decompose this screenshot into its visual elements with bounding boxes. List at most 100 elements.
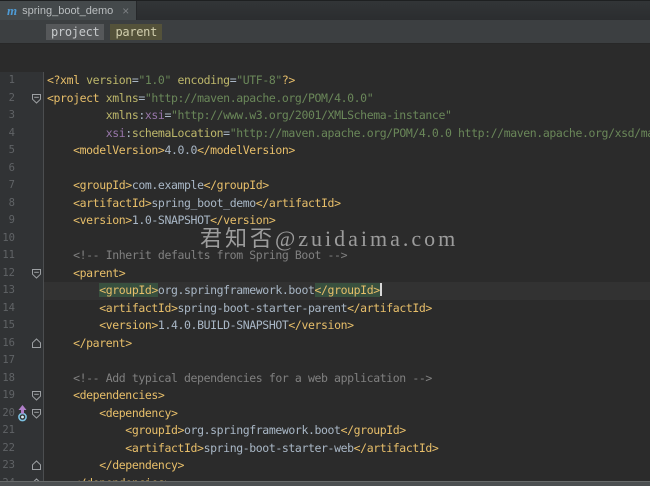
- gutter[interactable]: 12: [0, 264, 44, 282]
- code-line[interactable]: 22 <artifactId>spring-boot-starter-web</…: [0, 439, 650, 458]
- code-text[interactable]: <version>1.0-SNAPSHOT</version>: [44, 212, 650, 230]
- code-text[interactable]: <project xmlns="http://maven.apache.org/…: [44, 90, 650, 108]
- code-token: </artifactId>: [353, 440, 439, 455]
- gutter[interactable]: 18: [0, 369, 44, 387]
- gutter[interactable]: 4: [0, 124, 44, 142]
- gutter[interactable]: 6: [0, 159, 44, 177]
- fold-start-icon[interactable]: [30, 268, 42, 279]
- gutter[interactable]: 20: [0, 404, 44, 422]
- fold-start-icon[interactable]: [30, 390, 42, 401]
- gutter[interactable]: 3: [0, 107, 44, 125]
- gutter[interactable]: 19: [0, 387, 44, 405]
- code-line[interactable]: 9 <version>1.0-SNAPSHOT</version>: [0, 212, 650, 230]
- code-token: "http://maven.apache.org/POM/4.0.0": [144, 90, 374, 105]
- gutter[interactable]: 21: [0, 422, 44, 440]
- code-line[interactable]: 1 <?xml version="1.0" encoding="UTF-8"?>: [0, 72, 650, 90]
- code-token: ?>: [281, 73, 295, 87]
- code-text[interactable]: <dependencies>: [44, 387, 650, 405]
- code-text[interactable]: <!-- Inherit defaults from Spring Boot -…: [44, 247, 650, 265]
- fold-end-icon[interactable]: [30, 478, 42, 481]
- code-line[interactable]: 18 <!-- Add typical dependencies for a w…: [0, 369, 650, 388]
- line-number: 22: [2, 441, 15, 454]
- code-token: <!-- Add typical dependencies for a web …: [73, 370, 432, 385]
- code-text[interactable]: </dependency>: [44, 457, 650, 475]
- gutter[interactable]: 22: [0, 439, 44, 457]
- fold-start-icon[interactable]: [30, 93, 42, 104]
- code-line[interactable]: 4 xsi:schemaLocation="http://maven.apach…: [0, 124, 650, 143]
- code-text[interactable]: [44, 230, 650, 248]
- breadcrumb-item-parent[interactable]: parent: [110, 23, 163, 40]
- code-line[interactable]: 10: [0, 229, 650, 248]
- gutter[interactable]: 9: [0, 212, 44, 230]
- code-line[interactable]: 20 <dependency>: [0, 404, 650, 423]
- code-line[interactable]: 13 <groupId>org.springframework.boot</gr…: [0, 282, 650, 300]
- fold-end-icon[interactable]: [30, 460, 42, 471]
- gutter[interactable]: 11: [0, 247, 44, 265]
- code-text[interactable]: [44, 352, 650, 370]
- code-text[interactable]: <!-- Add typical dependencies for a web …: [44, 370, 650, 388]
- code-text[interactable]: <modelVersion>4.0.0</modelVersion>: [44, 142, 650, 160]
- code-line[interactable]: 23 </dependency>: [0, 457, 650, 475]
- gutter[interactable]: 10: [0, 229, 44, 247]
- code-line[interactable]: 15 <version>1.4.0.BUILD-SNAPSHOT</versio…: [0, 317, 650, 335]
- code-line[interactable]: 17: [0, 352, 650, 370]
- code-text[interactable]: <parent>: [44, 265, 650, 283]
- code-token: schemaLocation: [131, 125, 224, 140]
- code-line[interactable]: 21 <groupId>org.springframework.boot</gr…: [0, 422, 650, 440]
- breadcrumb-item-project[interactable]: project: [46, 23, 105, 40]
- code-text[interactable]: <artifactId>spring_boot_demo</artifactId…: [44, 195, 650, 213]
- line-number: 15: [2, 319, 15, 331]
- gutter[interactable]: 17: [0, 352, 44, 370]
- code-line[interactable]: 3 xmlns:xsi="http://www.w3.org/2001/XMLS…: [0, 107, 650, 125]
- code-line[interactable]: 19 <dependencies>: [0, 387, 650, 405]
- gutter[interactable]: 14: [0, 299, 44, 317]
- code-token: <!-- Inherit defaults from Spring Boot -…: [73, 248, 348, 262]
- code-line[interactable]: 14 <artifactId>spring-boot-starter-paren…: [0, 299, 650, 318]
- gutter[interactable]: 1: [0, 72, 44, 90]
- code-text[interactable]: <groupId>org.springframework.boot</group…: [44, 422, 650, 440]
- code-line[interactable]: 8 <artifactId>spring_boot_demo</artifact…: [0, 194, 650, 213]
- code-line[interactable]: 24 </dependencies>: [0, 474, 650, 482]
- tab-spring-boot-demo[interactable]: m spring_boot_demo ×: [0, 1, 138, 20]
- code-text[interactable]: <groupId>org.springframework.boot</group…: [44, 282, 650, 300]
- code-line[interactable]: 2 <project xmlns="http://maven.apache.org…: [0, 89, 650, 108]
- gutter[interactable]: 15: [0, 317, 44, 335]
- editor[interactable]: 1 <?xml version="1.0" encoding="UTF-8"?> 2…: [0, 44, 650, 481]
- code-text[interactable]: <groupId>com.example</groupId>: [44, 177, 650, 195]
- gutter[interactable]: 7: [0, 177, 44, 195]
- code-token: "1.0": [138, 73, 171, 87]
- breadcrumb: project parent: [0, 20, 650, 44]
- fold-end-icon[interactable]: [30, 338, 42, 349]
- code-text[interactable]: <version>1.4.0.BUILD-SNAPSHOT</version>: [44, 317, 650, 335]
- gutter[interactable]: 5: [0, 142, 44, 160]
- code-text[interactable]: <artifactId>spring-boot-starter-web</art…: [44, 440, 650, 458]
- code-token: <project: [47, 90, 100, 105]
- gutter[interactable]: 2: [0, 89, 44, 107]
- tab-close-icon[interactable]: ×: [122, 5, 129, 17]
- fold-start-icon[interactable]: [30, 408, 42, 419]
- gutter[interactable]: 23: [0, 457, 44, 475]
- code-area[interactable]: 1 <?xml version="1.0" encoding="UTF-8"?> 2…: [0, 72, 650, 481]
- gutter[interactable]: 16: [0, 334, 44, 352]
- code-line[interactable]: 6: [0, 159, 650, 178]
- code-text[interactable]: <artifactId>spring-boot-starter-parent</…: [44, 300, 650, 318]
- code-token: "http://maven.apache.org/POM/4.0.0 http:…: [229, 125, 650, 140]
- code-text[interactable]: <dependency>: [44, 405, 650, 423]
- code-line[interactable]: 11 <!-- Inherit defaults from Spring Boo…: [0, 247, 650, 265]
- code-line[interactable]: 7 <groupId>com.example</groupId>: [0, 177, 650, 195]
- code-line[interactable]: 16 </parent>: [0, 334, 650, 353]
- code-text[interactable]: [44, 160, 650, 178]
- gutter[interactable]: 8: [0, 194, 44, 212]
- code-line[interactable]: 12 <parent>: [0, 264, 650, 283]
- code-token: "UTF-8": [236, 73, 282, 87]
- code-text[interactable]: xmlns:xsi="http://www.w3.org/2001/XMLSch…: [44, 107, 650, 125]
- code-text[interactable]: </dependencies>: [44, 475, 650, 482]
- code-text[interactable]: </parent>: [44, 335, 650, 353]
- gutter[interactable]: 24: [0, 474, 44, 481]
- code-line[interactable]: 5 <modelVersion>4.0.0</modelVersion>: [0, 142, 650, 160]
- gutter[interactable]: 13: [0, 282, 44, 300]
- gutter-update-icon[interactable]: [15, 404, 30, 422]
- code-text[interactable]: xsi:schemaLocation="http://maven.apache.…: [44, 125, 650, 143]
- code-token: </version>: [210, 213, 276, 227]
- code-text[interactable]: <?xml version="1.0" encoding="UTF-8"?>: [44, 72, 650, 90]
